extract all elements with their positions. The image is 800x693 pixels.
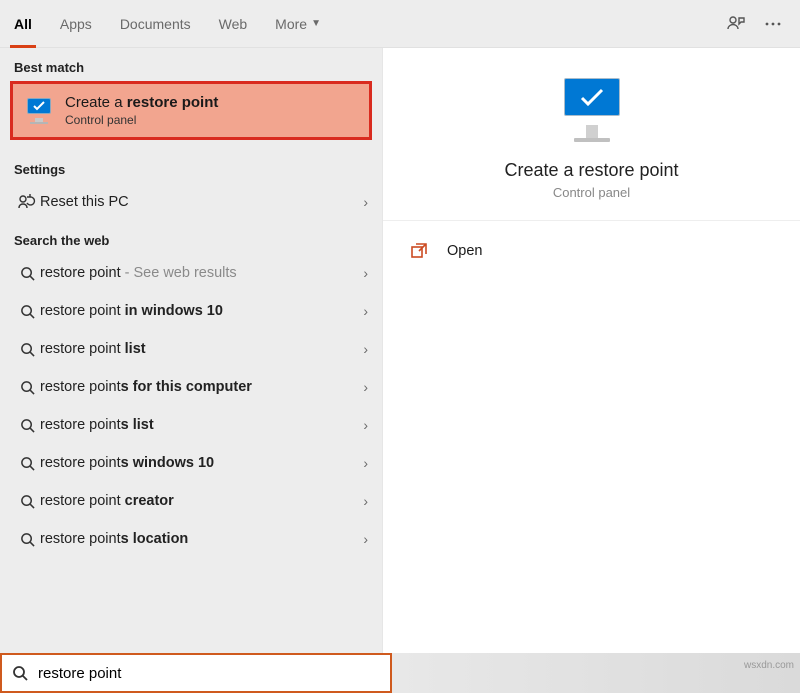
chevron-right-icon: ›: [363, 265, 368, 281]
section-best-match: Best match: [0, 48, 382, 81]
best-match-title-bold: restore point: [127, 94, 219, 111]
filter-tabs: All Apps Documents Web More ▼: [0, 0, 800, 48]
tab-more[interactable]: More ▼: [261, 0, 335, 47]
chevron-right-icon: ›: [363, 417, 368, 433]
search-icon: [14, 380, 40, 395]
best-match-item[interactable]: Create a restore point Control panel: [10, 81, 372, 140]
monitor-check-icon: [25, 98, 53, 124]
tab-apps[interactable]: Apps: [46, 0, 106, 47]
web-suggestion[interactable]: restore points windows 10›: [0, 444, 382, 482]
settings-item-label: Reset this PC: [40, 194, 363, 210]
tab-documents[interactable]: Documents: [106, 0, 205, 47]
search-icon: [14, 418, 40, 433]
feedback-icon[interactable]: [726, 14, 746, 34]
tab-more-label: More: [275, 16, 307, 32]
web-suggestion-label: restore points windows 10: [40, 455, 363, 471]
detail-subtitle: Control panel: [553, 185, 630, 200]
web-suggestion-label: restore point in windows 10: [40, 303, 363, 319]
search-icon: [14, 304, 40, 319]
search-icon: [14, 266, 40, 281]
section-settings: Settings: [0, 150, 382, 183]
open-label: Open: [447, 243, 482, 259]
chevron-right-icon: ›: [363, 379, 368, 395]
search-icon: [14, 532, 40, 547]
web-suggestion[interactable]: restore point - See web results›: [0, 254, 382, 292]
web-suggestion[interactable]: restore points for this computer›: [0, 368, 382, 406]
web-suggestion-label: restore point - See web results: [40, 265, 363, 281]
search-icon: [14, 342, 40, 357]
open-icon: [411, 243, 433, 259]
web-suggestion[interactable]: restore points location›: [0, 520, 382, 558]
search-icon: [14, 494, 40, 509]
search-bar[interactable]: [0, 653, 392, 693]
tab-all[interactable]: All: [0, 0, 46, 47]
ellipsis-icon[interactable]: [764, 15, 782, 33]
web-suggestion[interactable]: restore points list›: [0, 406, 382, 444]
web-suggestion[interactable]: restore point creator›: [0, 482, 382, 520]
search-input[interactable]: [38, 665, 380, 682]
chevron-right-icon: ›: [363, 531, 368, 547]
web-suggestion-label: restore point creator: [40, 493, 363, 509]
section-search-web: Search the web: [0, 221, 382, 254]
best-match-subtitle: Control panel: [65, 113, 218, 127]
web-suggestion-label: restore point list: [40, 341, 363, 357]
detail-title: Create a restore point: [504, 160, 678, 181]
monitor-check-icon: [556, 78, 628, 142]
web-suggestion[interactable]: restore point list›: [0, 330, 382, 368]
web-suggestion-label: restore points list: [40, 417, 363, 433]
web-suggestion-label: restore points for this computer: [40, 379, 363, 395]
chevron-right-icon: ›: [363, 303, 368, 319]
chevron-right-icon: ›: [363, 341, 368, 357]
settings-item-reset-pc[interactable]: Reset this PC ›: [0, 183, 382, 221]
results-list: Best match Create a restore point Contro…: [0, 48, 382, 653]
reset-icon: [14, 194, 40, 210]
chevron-right-icon: ›: [363, 493, 368, 509]
open-action[interactable]: Open: [383, 229, 800, 273]
chevron-right-icon: ›: [363, 194, 368, 210]
best-match-text: Create a restore point Control panel: [65, 94, 218, 127]
search-icon: [14, 456, 40, 471]
best-match-title-pre: Create a: [65, 94, 127, 111]
taskbar: [392, 653, 800, 693]
chevron-down-icon: ▼: [311, 18, 321, 29]
search-icon: [12, 665, 28, 681]
web-suggestion[interactable]: restore point in windows 10›: [0, 292, 382, 330]
watermark: wsxdn.com: [744, 660, 794, 671]
chevron-right-icon: ›: [363, 455, 368, 471]
detail-pane: Create a restore point Control panel Ope…: [382, 48, 800, 653]
tab-web[interactable]: Web: [205, 0, 262, 47]
web-suggestion-label: restore points location: [40, 531, 363, 547]
